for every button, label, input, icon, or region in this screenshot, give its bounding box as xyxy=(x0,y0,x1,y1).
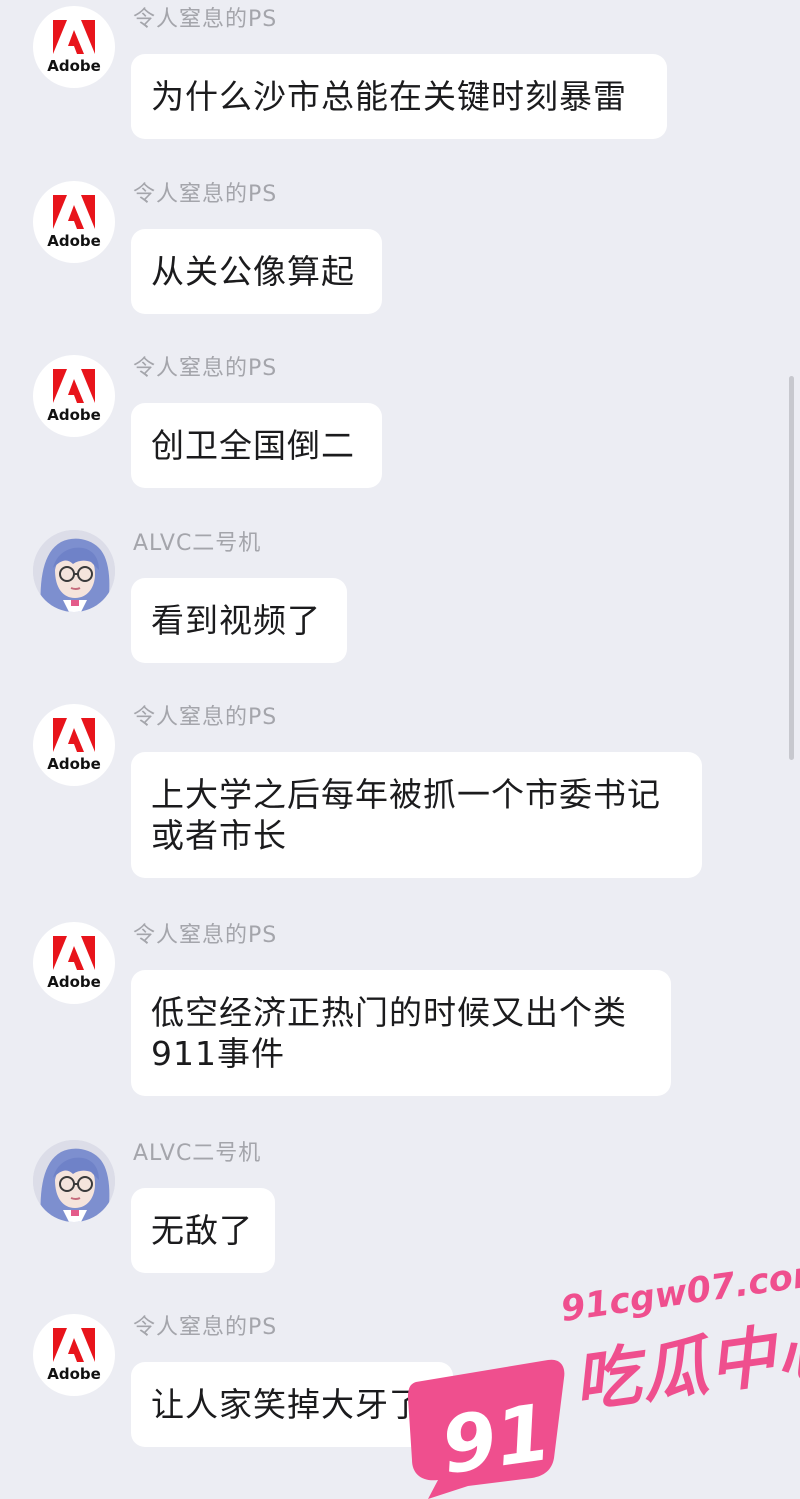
sender-name: 令人窒息的PS xyxy=(133,7,278,32)
adobe-avatar[interactable]: Adobe xyxy=(33,922,115,1004)
adobe-logo-icon: Adobe xyxy=(47,369,101,424)
message: ALVC二号机 无敌了 xyxy=(0,1134,800,1276)
message: ALVC二号机 看到视频了 xyxy=(0,524,800,666)
adobe-avatar[interactable]: Adobe xyxy=(33,1314,115,1396)
site-watermark: 91 91cgw07.com 吃瓜中心 xyxy=(398,1253,800,1499)
svg-text:Adobe: Adobe xyxy=(47,57,101,75)
adobe-logo-icon: Adobe xyxy=(47,936,101,991)
sender-name: 令人窒息的PS xyxy=(133,182,278,207)
message-bubble[interactable]: 为什么沙市总能在关键时刻暴雷 xyxy=(131,54,667,139)
message: Adobe 令人窒息的PS 为什么沙市总能在关键时刻暴雷 xyxy=(0,0,800,142)
watermark-number: 91 xyxy=(436,1387,557,1493)
adobe-avatar[interactable]: Adobe xyxy=(33,355,115,437)
adobe-avatar[interactable]: Adobe xyxy=(33,6,115,88)
scrollbar[interactable] xyxy=(789,376,794,760)
anime-girl-icon xyxy=(33,1140,115,1222)
message: Adobe 令人窒息的PS 从关公像算起 xyxy=(0,175,800,317)
sender-name: 令人窒息的PS xyxy=(133,356,278,381)
message-bubble[interactable]: 从关公像算起 xyxy=(131,229,382,314)
svg-text:Adobe: Adobe xyxy=(47,755,101,773)
svg-text:Adobe: Adobe xyxy=(47,1365,101,1383)
sender-name: ALVC二号机 xyxy=(133,531,262,556)
sender-name: 令人窒息的PS xyxy=(133,923,278,948)
svg-text:Adobe: Adobe xyxy=(47,406,101,424)
anime-girl-icon xyxy=(33,530,115,612)
sender-name: 令人窒息的PS xyxy=(133,705,278,730)
svg-text:Adobe: Adobe xyxy=(47,232,101,250)
svg-text:Adobe: Adobe xyxy=(47,973,101,991)
anime-girl-avatar[interactable] xyxy=(33,1140,115,1222)
adobe-logo-icon: Adobe xyxy=(47,195,101,250)
message-bubble[interactable]: 无敌了 xyxy=(131,1188,275,1273)
anime-girl-avatar[interactable] xyxy=(33,530,115,612)
sender-name: 令人窒息的PS xyxy=(133,1315,278,1340)
sender-name: ALVC二号机 xyxy=(133,1141,262,1166)
message-bubble[interactable]: 低空经济正热门的时候又出个类 911事件 xyxy=(131,970,671,1096)
adobe-avatar[interactable]: Adobe xyxy=(33,704,115,786)
adobe-logo-icon: Adobe xyxy=(47,718,101,773)
adobe-avatar[interactable]: Adobe xyxy=(33,181,115,263)
watermark-brand: 吃瓜中心 xyxy=(569,1307,800,1423)
adobe-logo-icon: Adobe xyxy=(47,20,101,75)
adobe-logo-icon: Adobe xyxy=(47,1328,101,1383)
message-bubble[interactable]: 创卫全国倒二 xyxy=(131,403,382,488)
message: Adobe 令人窒息的PS 低空经济正热门的时候又出个类 911事件 xyxy=(0,916,800,1101)
message-bubble[interactable]: 看到视频了 xyxy=(131,578,347,663)
message: Adobe 令人窒息的PS 创卫全国倒二 xyxy=(0,349,800,491)
message-bubble[interactable]: 上大学之后每年被抓一个市委书记 或者市长 xyxy=(131,752,702,878)
message: Adobe 令人窒息的PS 上大学之后每年被抓一个市委书记 或者市长 xyxy=(0,698,800,883)
